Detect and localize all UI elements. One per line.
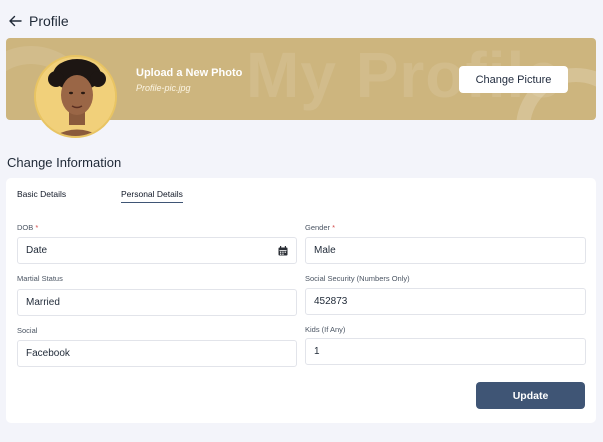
marital-status-field[interactable]: Married (17, 289, 297, 316)
calendar-icon[interactable] (278, 246, 288, 256)
arrow-left-icon[interactable] (7, 13, 23, 29)
social-security-value: 452873 (314, 296, 348, 307)
social-value: Facebook (26, 348, 70, 359)
change-picture-button[interactable]: Change Picture (459, 66, 568, 93)
social-security-field[interactable]: 452873 (305, 288, 586, 315)
social-security-label: Social Security (Numbers Only) (305, 274, 410, 283)
marital-status-label: Martial Status (17, 274, 63, 283)
marital-status-value: Married (26, 297, 60, 308)
tab-basic-details[interactable]: Basic Details (17, 189, 66, 202)
avatar[interactable] (34, 55, 117, 138)
kids-value: 1 (314, 346, 320, 357)
kids-label: Kids (If Any) (305, 325, 346, 334)
gender-label: Gender * (305, 223, 336, 232)
tab-personal-details[interactable]: Personal Details (121, 189, 183, 203)
gender-value: Male (314, 245, 336, 256)
dob-label: DOB * (17, 223, 39, 232)
page-title: Profile (29, 13, 69, 29)
upload-title: Upload a New Photo (136, 67, 243, 79)
file-name: Profile-pic.jpg (136, 83, 191, 93)
social-field[interactable]: Facebook (17, 340, 297, 367)
kids-field[interactable]: 1 (305, 338, 586, 365)
social-label: Social (17, 326, 38, 335)
form-card: Basic Details Personal Details DOB * Dat… (6, 178, 596, 423)
update-button[interactable]: Update (476, 382, 585, 409)
dob-value: Date (26, 245, 48, 256)
dob-field[interactable]: Date (17, 237, 297, 264)
top-bar: Profile (7, 10, 69, 32)
section-title: Change Information (7, 155, 122, 170)
gender-field[interactable]: Male (305, 237, 586, 264)
